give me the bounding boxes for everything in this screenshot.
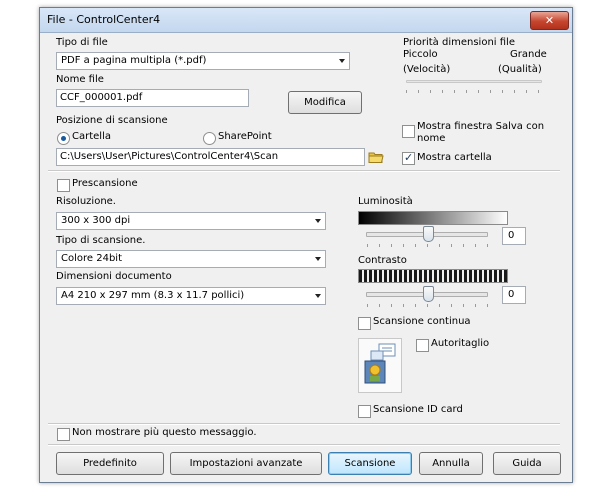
id-card-scan-label: Scansione ID card	[373, 404, 463, 415]
cancel-button[interactable]: Annulla	[419, 452, 483, 475]
priority-large-sublabel: (Qualità)	[498, 64, 542, 75]
brightness-label: Luminosità	[358, 196, 413, 207]
close-button[interactable]: ✕	[530, 11, 569, 30]
show-save-as-checkbox[interactable]	[402, 125, 415, 138]
contrast-pattern	[358, 269, 508, 283]
close-icon: ✕	[544, 14, 555, 27]
scan-path-value: C:\Users\User\Pictures\ControlCenter4\Sc…	[60, 151, 279, 162]
contrast-slider-thumb[interactable]	[423, 286, 434, 302]
chevron-down-icon	[339, 59, 345, 63]
contrast-value: 0	[508, 289, 515, 300]
scan-settings-dialog: File - ControlCenter4 ✕ Tipo di file PDF…	[39, 7, 573, 483]
sharepoint-radio[interactable]	[203, 132, 216, 145]
divider	[48, 170, 560, 172]
folder-icon[interactable]	[368, 151, 384, 163]
document-size-value: A4 210 x 297 mm (8.3 x 11.7 pollici)	[61, 290, 245, 301]
file-name-label: Nome file	[56, 74, 104, 85]
priority-small-label: Piccolo	[403, 49, 438, 60]
contrast-value-field[interactable]: 0	[502, 286, 526, 304]
chevron-down-icon	[315, 294, 321, 298]
scan-type-label: Tipo di scansione.	[56, 235, 146, 246]
continuous-scan-checkbox[interactable]	[358, 317, 371, 330]
scan-type-select[interactable]: Colore 24bit	[56, 250, 326, 268]
priority-large-label: Grande	[510, 49, 547, 60]
dont-show-again-checkbox[interactable]	[57, 428, 70, 441]
autocrop-preview-icon	[358, 338, 402, 393]
show-folder-checkbox[interactable]	[402, 151, 415, 165]
id-card-scan-checkbox[interactable]	[358, 405, 371, 418]
scan-button[interactable]: Scansione	[328, 452, 412, 475]
brightness-value-field[interactable]: 0	[502, 227, 526, 245]
modify-button[interactable]: Modifica	[288, 91, 362, 114]
sharepoint-radio-label: SharePoint	[218, 131, 272, 142]
file-name-value: CCF_000001.pdf	[60, 92, 143, 103]
document-size-label: Dimensioni documento	[56, 271, 172, 282]
priority-slider-track[interactable]	[406, 80, 542, 83]
dont-show-again-label: Non mostrare più questo messaggio.	[72, 427, 257, 438]
priority-slider-ticks	[406, 90, 541, 93]
brightness-value: 0	[508, 230, 515, 241]
folder-radio[interactable]	[57, 132, 70, 145]
scan-location-label: Posizione di scansione	[56, 115, 168, 126]
folder-radio-label: Cartella	[72, 131, 111, 142]
contrast-label: Contrasto	[358, 255, 407, 266]
contrast-slider-ticks	[367, 304, 488, 307]
brightness-gradient	[358, 211, 508, 225]
document-size-select[interactable]: A4 210 x 297 mm (8.3 x 11.7 pollici)	[56, 287, 326, 305]
prescan-checkbox[interactable]	[57, 179, 70, 192]
file-name-field[interactable]: CCF_000001.pdf	[56, 89, 249, 107]
prescan-label: Prescansione	[72, 178, 138, 189]
autocrop-checkbox[interactable]	[416, 339, 429, 352]
priority-small-sublabel: (Velocità)	[403, 64, 451, 75]
chevron-down-icon	[315, 257, 321, 261]
brightness-slider-thumb[interactable]	[423, 226, 434, 242]
brightness-slider-ticks	[367, 244, 488, 247]
autocrop-label: Autoritaglio	[431, 338, 490, 349]
show-folder-label: Mostra cartella	[417, 152, 492, 163]
file-type-select[interactable]: PDF a pagina multipla (*.pdf)	[56, 52, 350, 70]
title-bar[interactable]: File - ControlCenter4 ✕	[40, 8, 572, 33]
advanced-settings-button[interactable]: Impostazioni avanzate	[170, 452, 322, 475]
divider	[48, 444, 560, 446]
resolution-label: Risoluzione.	[56, 196, 116, 207]
divider	[48, 423, 560, 425]
chevron-down-icon	[315, 219, 321, 223]
default-button[interactable]: Predefinito	[56, 452, 164, 475]
continuous-scan-label: Scansione continua	[373, 316, 471, 327]
file-type-value: PDF a pagina multipla (*.pdf)	[61, 55, 207, 66]
help-button[interactable]: Guida	[493, 452, 561, 475]
resolution-select[interactable]: 300 x 300 dpi	[56, 212, 326, 230]
scan-type-value: Colore 24bit	[61, 253, 122, 264]
scan-path-field[interactable]: C:\Users\User\Pictures\ControlCenter4\Sc…	[56, 148, 365, 166]
show-save-as-label-line2: nome	[417, 133, 446, 144]
window-title: File - ControlCenter4	[47, 13, 161, 26]
resolution-value: 300 x 300 dpi	[61, 215, 131, 226]
show-save-as-label-line1: Mostra finestra Salva con	[417, 121, 545, 132]
file-type-label: Tipo di file	[56, 37, 108, 48]
priority-label: Priorità dimensioni file	[403, 37, 515, 48]
